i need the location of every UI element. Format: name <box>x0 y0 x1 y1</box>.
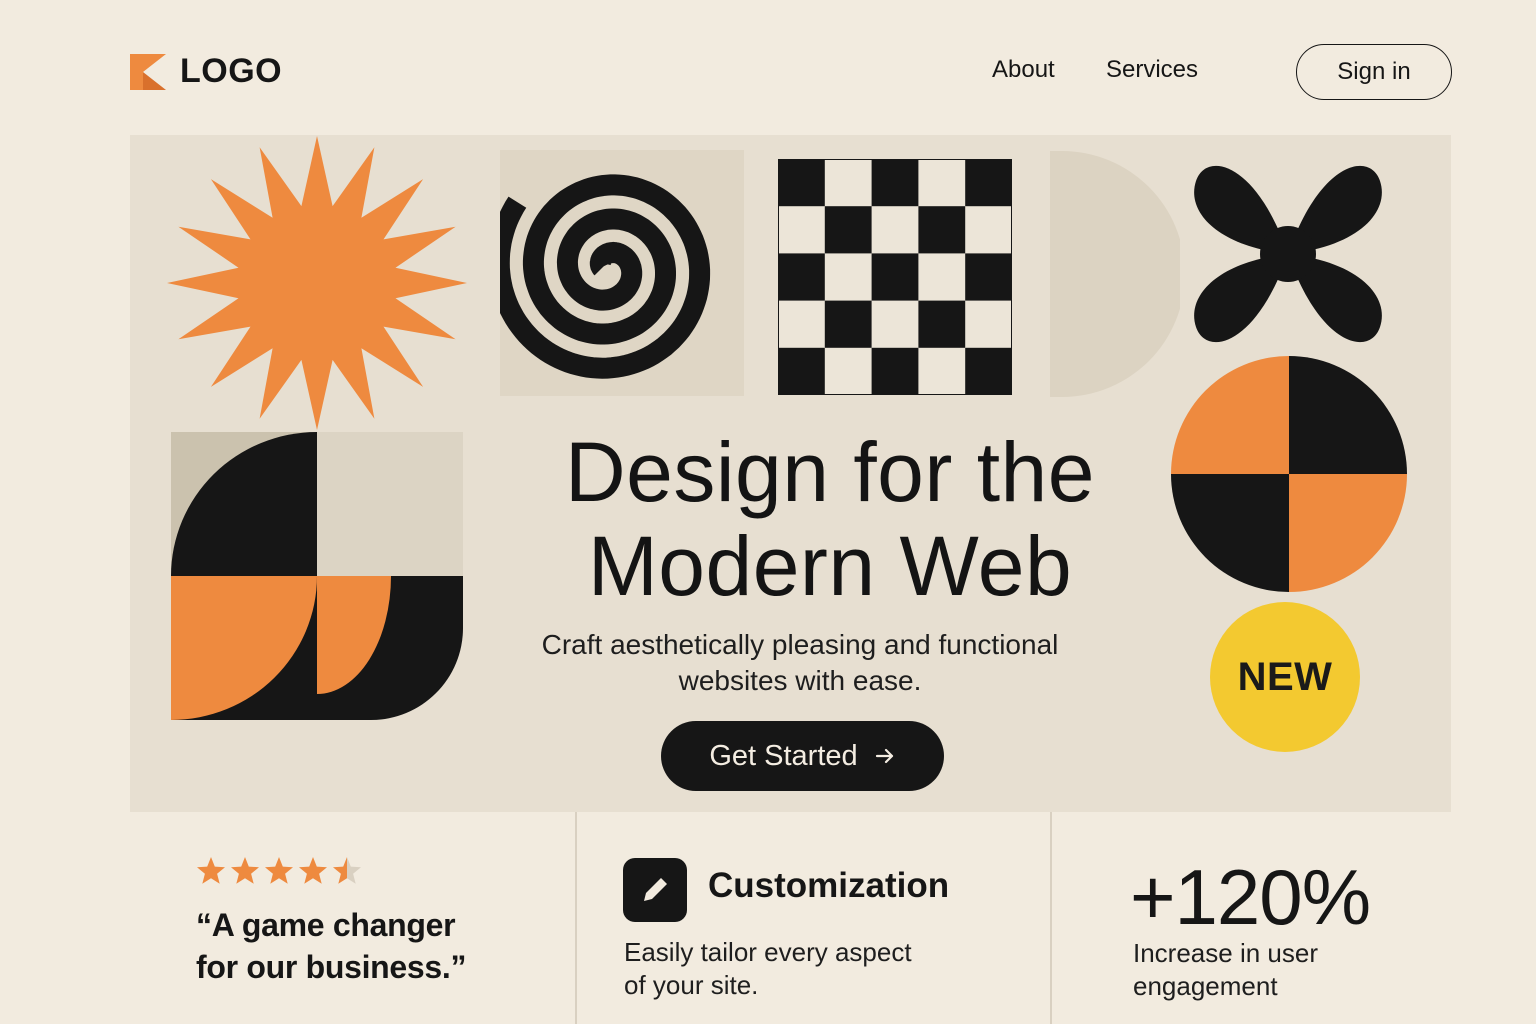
star-icon <box>299 857 327 884</box>
checker-square <box>871 347 919 395</box>
checker-square <box>778 159 825 207</box>
hero-subtitle-line-2: websites with ease. <box>678 665 922 696</box>
checker-square <box>824 206 872 254</box>
hero-section: Design for the Modern Web Craft aestheti… <box>130 135 1451 812</box>
checker-square <box>965 347 1012 395</box>
customization-desc-line-2: of your site. <box>624 970 759 1000</box>
stat-label-line-2: engagement <box>1133 971 1278 1001</box>
quatrefoil-shape <box>1194 165 1382 343</box>
half-circle-shape <box>1050 151 1180 397</box>
logo-mark-icon <box>130 53 166 90</box>
geometric-block-shape <box>171 432 463 720</box>
divider <box>575 812 577 1024</box>
star-icon <box>333 857 361 884</box>
stat-value: +120% <box>1130 853 1371 941</box>
customization-description: Easily tailor every aspect of your site. <box>624 936 964 1002</box>
star-icon <box>231 857 259 884</box>
new-badge: NEW <box>1210 602 1360 752</box>
divider <box>1050 812 1052 1024</box>
checker-square <box>871 159 919 207</box>
sign-in-button[interactable]: Sign in <box>1296 44 1452 100</box>
checker-square <box>918 300 966 348</box>
starburst-shape <box>167 136 467 430</box>
hero-subtitle-line-1: Craft aesthetically pleasing and functio… <box>541 629 1059 660</box>
pencil-icon <box>644 878 667 901</box>
get-started-label: Get Started <box>709 739 858 772</box>
logo-text: LOGO <box>180 52 283 90</box>
features-row: “A game changer for our business.” Custo… <box>130 812 1451 1024</box>
hero-title-line-2: Modern Web <box>587 519 1073 613</box>
quote-line-2: for our business.” <box>196 949 467 985</box>
star-rating <box>196 856 362 886</box>
get-started-button[interactable]: Get Started <box>661 721 944 791</box>
checker-square <box>824 300 872 348</box>
hero-title-line-1: Design for the <box>565 425 1095 519</box>
testimonial-quote: “A game changer for our business.” <box>196 904 536 988</box>
quote-line-1: “A game changer <box>196 907 456 943</box>
checker-square <box>871 253 919 301</box>
customization-title: Customization <box>708 866 950 905</box>
customization-desc-line-1: Easily tailor every aspect <box>624 937 912 967</box>
checkerboard-shape <box>778 159 1012 395</box>
checker-square <box>918 206 966 254</box>
checker-square <box>965 159 1012 207</box>
arrow-right-icon <box>875 748 893 764</box>
checker-square <box>778 347 825 395</box>
edit-icon <box>623 858 687 922</box>
star-icon <box>197 857 225 884</box>
spiral-tile <box>500 150 744 396</box>
checker-square <box>965 253 1012 301</box>
hero-title: Design for the Modern Web <box>460 425 1200 613</box>
quartered-circle-shape <box>1171 356 1407 592</box>
star-icon <box>265 857 293 884</box>
site-header: LOGO About Services Sign in <box>0 0 1536 136</box>
hero-subtitle: Craft aesthetically pleasing and functio… <box>490 627 1110 699</box>
nav-about-link[interactable]: About <box>992 56 1055 84</box>
stat-label-line-1: Increase in user <box>1133 938 1318 968</box>
logo[interactable]: LOGO <box>130 52 282 91</box>
stat-label: Increase in user engagement <box>1133 937 1393 1003</box>
checker-square <box>778 253 825 301</box>
nav-services-link[interactable]: Services <box>1106 56 1198 84</box>
